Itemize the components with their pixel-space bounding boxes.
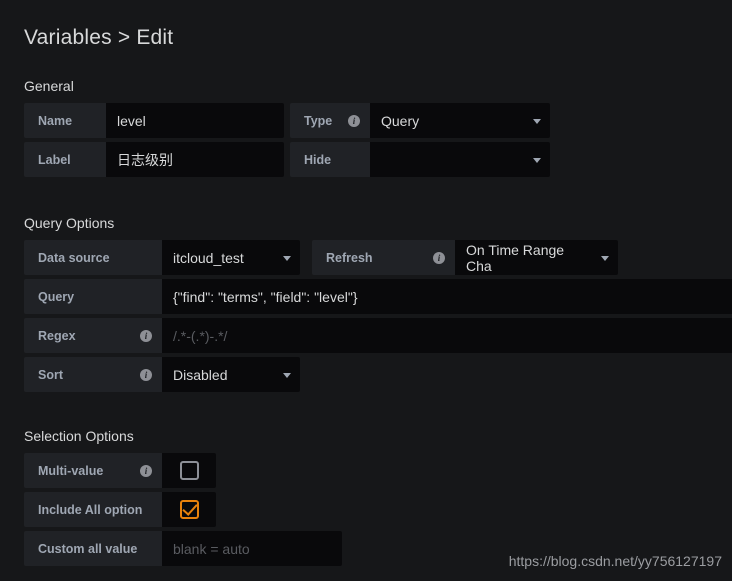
hide-label: Hide — [290, 142, 370, 177]
page-title: Variables > Edit — [24, 26, 174, 49]
label-input[interactable]: 日志级别 — [106, 142, 284, 177]
include-all-checkbox[interactable] — [162, 492, 216, 527]
query-input[interactable]: {"find": "terms", "field": "level"} — [162, 279, 732, 314]
info-icon[interactable]: i — [140, 464, 152, 477]
multi-value-label: Multi-value i — [24, 453, 162, 488]
hide-select[interactable] — [370, 142, 550, 177]
data-source-select-value: itcloud_test — [173, 249, 244, 266]
custom-all-value-input[interactable]: blank = auto — [162, 531, 342, 566]
info-icon[interactable]: i — [140, 368, 152, 381]
field-row-include-all: Include All option — [24, 492, 216, 527]
field-row-name: Name level — [24, 103, 284, 138]
refresh-select-value: On Time Range Cha — [466, 241, 565, 274]
watermark: https://blog.csdn.net/yy756127197 — [508, 553, 722, 569]
variables-edit-page: Variables > Edit General Name level Type… — [0, 0, 732, 581]
name-input[interactable]: level — [106, 103, 284, 138]
section-header-query-options: Query Options — [24, 215, 115, 231]
label-label: Label — [24, 142, 106, 177]
field-row-type: Type i Query — [290, 103, 550, 138]
sort-select-value: Disabled — [173, 366, 228, 383]
sort-label: Sort i — [24, 357, 162, 392]
type-select[interactable]: Query — [370, 103, 550, 138]
section-header-general: General — [24, 78, 74, 94]
chevron-down-icon — [283, 255, 291, 261]
info-icon[interactable]: i — [348, 114, 360, 127]
chevron-down-icon — [533, 157, 541, 163]
data-source-label-text: Data source — [38, 250, 110, 265]
field-row-refresh: Refresh i On Time Range Cha — [312, 240, 618, 275]
hide-label-text: Hide — [304, 152, 332, 167]
custom-all-value-placeholder: blank = auto — [173, 540, 250, 557]
include-all-label: Include All option — [24, 492, 162, 527]
info-icon[interactable]: i — [433, 251, 445, 264]
label-label-text: Label — [38, 152, 71, 167]
refresh-select[interactable]: On Time Range Cha — [455, 240, 618, 275]
field-row-hide: Hide — [290, 142, 550, 177]
sort-label-text: Sort — [38, 367, 63, 382]
field-row-data-source: Data source itcloud_test — [24, 240, 300, 275]
sort-select[interactable]: Disabled — [162, 357, 300, 392]
query-label-text: Query — [38, 289, 75, 304]
refresh-label-text: Refresh — [326, 250, 373, 265]
field-row-label: Label 日志级别 — [24, 142, 284, 177]
field-row-multi-value: Multi-value i — [24, 453, 216, 488]
checkbox-checked-icon — [179, 500, 199, 519]
type-label: Type i — [290, 103, 370, 138]
name-input-value: level — [117, 112, 146, 129]
type-label-text: Type — [304, 113, 333, 128]
multi-value-checkbox[interactable] — [162, 453, 216, 488]
regex-label: Regex i — [24, 318, 162, 353]
refresh-label: Refresh i — [312, 240, 455, 275]
field-row-sort: Sort i Disabled — [24, 357, 300, 392]
field-row-custom-all-value: Custom all value blank = auto — [24, 531, 342, 566]
multi-value-label-text: Multi-value — [38, 463, 104, 478]
section-header-selection-options: Selection Options — [24, 428, 134, 444]
checkbox-unchecked-icon — [179, 461, 199, 480]
name-label-text: Name — [38, 113, 73, 128]
info-icon[interactable]: i — [140, 329, 152, 342]
regex-input-placeholder: /.*-(.*)-.*/ — [173, 327, 228, 344]
chevron-down-icon — [533, 118, 541, 124]
query-input-value: {"find": "terms", "field": "level"} — [173, 288, 358, 305]
field-row-query: Query {"find": "terms", "field": "level"… — [24, 279, 732, 314]
custom-all-value-label: Custom all value — [24, 531, 162, 566]
name-label: Name — [24, 103, 106, 138]
chevron-down-icon — [283, 372, 291, 378]
include-all-label-text: Include All option — [38, 502, 143, 517]
data-source-label: Data source — [24, 240, 162, 275]
type-select-value: Query — [381, 112, 420, 129]
label-input-value: 日志级别 — [117, 151, 173, 168]
data-source-select[interactable]: itcloud_test — [162, 240, 300, 275]
query-label: Query — [24, 279, 162, 314]
chevron-down-icon — [601, 255, 609, 261]
field-row-regex: Regex i /.*-(.*)-.*/ — [24, 318, 732, 353]
regex-input[interactable]: /.*-(.*)-.*/ — [162, 318, 732, 353]
regex-label-text: Regex — [38, 328, 76, 343]
custom-all-value-label-text: Custom all value — [38, 541, 138, 556]
